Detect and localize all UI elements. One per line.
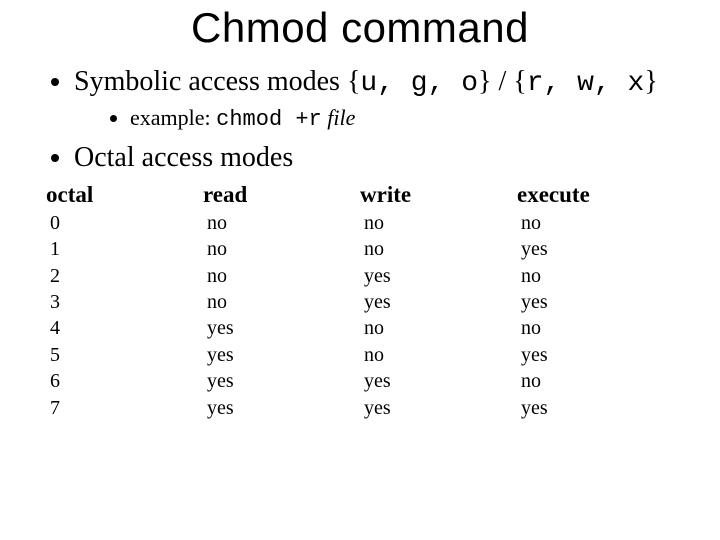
col-header-execute: execute [517, 182, 674, 210]
col-header-read: read [203, 182, 360, 210]
table-head: octal read write execute [46, 182, 674, 210]
table-row: 7 yes yes yes [46, 395, 674, 421]
symbolic-set1: u, g, o [360, 68, 478, 99]
cell-write: yes [360, 263, 517, 289]
cell-read: no [203, 263, 360, 289]
table-row: 6 yes yes no [46, 368, 674, 394]
table-header-row: octal read write execute [46, 182, 674, 210]
cell-octal: 7 [46, 395, 203, 421]
octal-table: octal read write execute 0 no no no 1 no… [46, 182, 674, 421]
cell-octal: 0 [46, 210, 203, 236]
cell-write: yes [360, 395, 517, 421]
cell-execute: yes [517, 342, 674, 368]
cell-write: no [360, 315, 517, 341]
slide-title: Chmod command [46, 4, 674, 52]
cell-octal: 2 [46, 263, 203, 289]
table-body: 0 no no no 1 no no yes 2 no yes no 3 no … [46, 210, 674, 421]
cell-read: no [203, 236, 360, 262]
bullet-list: Symbolic access modes {u, g, o} / {r, w,… [46, 64, 674, 176]
example-cmd: chmod +r [216, 107, 322, 132]
cell-read: no [203, 210, 360, 236]
cell-execute: yes [517, 236, 674, 262]
cell-write: yes [360, 289, 517, 315]
symbolic-prefix: Symbolic access modes { [74, 66, 360, 97]
cell-octal: 4 [46, 315, 203, 341]
col-header-octal: octal [46, 182, 203, 210]
cell-read: yes [203, 342, 360, 368]
cell-execute: no [517, 210, 674, 236]
slide: Chmod command Symbolic access modes {u, … [0, 0, 720, 540]
col-header-write: write [360, 182, 517, 210]
cell-read: yes [203, 368, 360, 394]
table-row: 0 no no no [46, 210, 674, 236]
cell-octal: 5 [46, 342, 203, 368]
bullet-octal: Octal access modes [74, 140, 674, 176]
cell-write: no [360, 236, 517, 262]
cell-write: no [360, 210, 517, 236]
cell-octal: 1 [46, 236, 203, 262]
cell-write: no [360, 342, 517, 368]
cell-octal: 3 [46, 289, 203, 315]
table-row: 4 yes no no [46, 315, 674, 341]
example-file: file [322, 105, 356, 130]
symbolic-set2: r, w, x [527, 68, 645, 99]
example-prefix: example: [130, 105, 216, 130]
table-row: 2 no yes no [46, 263, 674, 289]
table-row: 1 no no yes [46, 236, 674, 262]
bullet-example: example: chmod +r file [130, 104, 674, 134]
cell-read: yes [203, 315, 360, 341]
cell-write: yes [360, 368, 517, 394]
cell-execute: no [517, 263, 674, 289]
symbolic-mid: } / { [478, 66, 527, 97]
cell-octal: 6 [46, 368, 203, 394]
cell-read: no [203, 289, 360, 315]
cell-read: yes [203, 395, 360, 421]
cell-execute: no [517, 315, 674, 341]
table-row: 3 no yes yes [46, 289, 674, 315]
sub-bullet-list: example: chmod +r file [74, 104, 674, 134]
cell-execute: yes [517, 395, 674, 421]
bullet-symbolic: Symbolic access modes {u, g, o} / {r, w,… [74, 64, 674, 134]
table-row: 5 yes no yes [46, 342, 674, 368]
symbolic-suffix: } [644, 66, 657, 97]
cell-execute: yes [517, 289, 674, 315]
cell-execute: no [517, 368, 674, 394]
